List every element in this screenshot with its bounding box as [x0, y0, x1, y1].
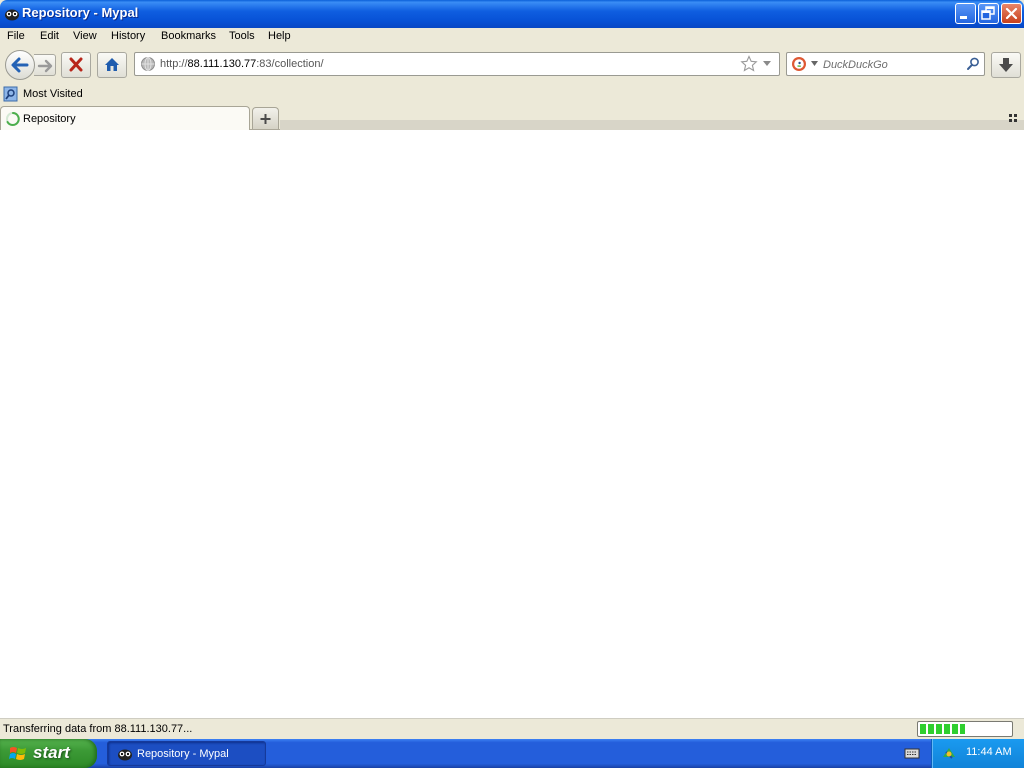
bookmarks-toolbar: Most Visited — [0, 84, 1024, 104]
system-tray: 11:44 AM — [931, 739, 1024, 768]
loading-throbber-icon — [6, 112, 20, 126]
close-button[interactable] — [1001, 3, 1022, 24]
page-content[interactable] — [0, 130, 1024, 718]
url-bar[interactable]: http://88.111.130.77:83/collection/ — [134, 52, 780, 76]
globe-icon — [141, 57, 155, 71]
menu-edit[interactable]: Edit — [40, 30, 59, 42]
duckduckgo-icon[interactable] — [791, 56, 807, 72]
menu-help[interactable]: Help — [268, 30, 291, 42]
load-progress-fill — [920, 724, 965, 734]
forward-button[interactable] — [34, 54, 56, 76]
clock: 11:44 AM — [966, 746, 1012, 758]
taskbar-item-label: Repository - Mypal — [137, 748, 229, 760]
minimize-button[interactable] — [955, 3, 976, 24]
forward-arrow-icon — [37, 59, 53, 73]
tab-strip: Repository — [0, 105, 1024, 130]
menu-file[interactable]: File — [7, 30, 25, 42]
mypal-app-icon — [5, 9, 19, 21]
back-button[interactable] — [5, 50, 35, 80]
tab-strip-background — [280, 120, 1024, 130]
download-arrow-icon — [999, 58, 1013, 72]
network-icon[interactable] — [941, 745, 957, 761]
menu-bar: File Edit View History Bookmarks Tools H… — [0, 28, 1024, 46]
restore-button[interactable] — [978, 3, 999, 24]
downloads-button[interactable] — [991, 52, 1021, 78]
search-icon[interactable] — [965, 56, 981, 72]
menu-bookmarks[interactable]: Bookmarks — [161, 30, 216, 42]
minimize-icon — [960, 16, 967, 19]
restore-icon — [981, 6, 995, 20]
mypal-app-icon — [118, 749, 132, 761]
plus-icon — [260, 114, 271, 124]
search-input[interactable] — [823, 57, 963, 72]
menu-view[interactable]: View — [73, 30, 97, 42]
start-button[interactable]: start — [0, 739, 97, 768]
status-bar: Transferring data from 88.111.130.77... — [0, 718, 1024, 739]
home-icon — [105, 58, 119, 71]
taskbar: start Repository - Mypal 11:44 AM — [0, 739, 1024, 768]
taskbar-item-mypal[interactable]: Repository - Mypal — [107, 741, 266, 766]
bookmark-label: Most Visited — [23, 88, 83, 100]
new-tab-button[interactable] — [252, 107, 279, 129]
stop-icon — [69, 57, 83, 72]
url-host: 88.111.130.77 — [187, 58, 257, 70]
start-label: start — [33, 743, 70, 762]
close-icon — [1005, 7, 1018, 20]
tab-repository[interactable]: Repository — [0, 106, 250, 130]
url-scheme: http:// — [160, 58, 188, 70]
window-title: Repository - Mypal — [22, 5, 139, 20]
stop-button[interactable] — [61, 52, 91, 78]
tab-label: Repository — [23, 113, 76, 125]
windows-logo-icon — [9, 747, 26, 760]
engine-dropdown-icon[interactable] — [811, 61, 818, 66]
window-titlebar[interactable]: Repository - Mypal — [0, 0, 1024, 28]
status-text: Transferring data from 88.111.130.77... — [3, 723, 193, 735]
url-path: :83/collection/ — [256, 58, 324, 70]
navigation-toolbar: http://88.111.130.77:83/collection/ — [0, 47, 1024, 83]
url-text: http://88.111.130.77:83/collection/ — [160, 58, 324, 70]
home-button[interactable] — [97, 52, 127, 78]
bookmark-star-icon[interactable] — [740, 55, 758, 73]
keyboard-icon[interactable] — [904, 746, 920, 760]
menu-history[interactable]: History — [111, 30, 145, 42]
search-bar[interactable] — [786, 52, 985, 76]
load-progress-bar — [917, 721, 1013, 737]
list-all-tabs-icon[interactable] — [1008, 112, 1020, 124]
back-arrow-icon — [11, 57, 29, 73]
most-visited-icon — [3, 86, 18, 102]
bookmark-most-visited[interactable]: Most Visited — [3, 86, 83, 102]
url-history-dropdown-icon[interactable] — [762, 60, 772, 68]
menu-tools[interactable]: Tools — [229, 30, 255, 42]
